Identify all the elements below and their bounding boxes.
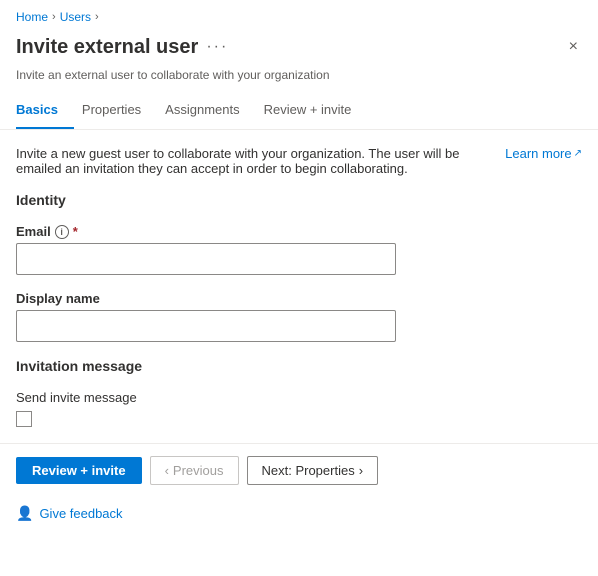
learn-more-label: Learn more	[505, 146, 571, 161]
email-input[interactable]	[16, 243, 396, 275]
header-left: Invite external user ···	[16, 36, 228, 59]
review-invite-button[interactable]: Review + invite	[16, 457, 142, 484]
breadcrumb-chevron1: ›	[52, 11, 56, 23]
give-feedback-label: Give feedback	[39, 506, 122, 521]
page-title: Invite external user	[16, 36, 198, 59]
email-required-indicator: *	[73, 224, 78, 239]
send-invite-label: Send invite message	[16, 390, 582, 405]
main-content: Invite a new guest user to collaborate w…	[0, 130, 598, 427]
send-invite-checkbox[interactable]	[16, 411, 32, 427]
tab-review-invite[interactable]: Review + invite	[264, 94, 368, 129]
breadcrumb-users[interactable]: Users	[60, 10, 91, 24]
external-link-icon: ↗	[574, 148, 582, 159]
page-header: Invite external user ··· ×	[0, 30, 598, 68]
give-feedback-section: 👤 Give feedback	[0, 497, 598, 538]
give-feedback-link[interactable]: 👤 Give feedback	[16, 505, 123, 522]
display-name-label-text: Display name	[16, 291, 100, 306]
email-label-text: Email	[16, 224, 51, 239]
display-name-input[interactable]	[16, 310, 396, 342]
close-icon: ×	[569, 38, 578, 56]
learn-more-anchor[interactable]: Learn more ↗	[505, 146, 582, 161]
previous-label: Previous	[173, 463, 224, 478]
send-invite-checkbox-wrapper	[16, 411, 582, 427]
breadcrumb-chevron2: ›	[95, 11, 99, 23]
tab-assignments[interactable]: Assignments	[165, 94, 255, 129]
info-banner: Invite a new guest user to collaborate w…	[16, 146, 582, 176]
close-button[interactable]: ×	[565, 34, 582, 60]
invitation-section-title: Invitation message	[16, 358, 582, 374]
tab-basics[interactable]: Basics	[16, 94, 74, 129]
next-properties-button[interactable]: Next: Properties ›	[247, 456, 379, 485]
email-info-icon[interactable]: i	[55, 225, 69, 239]
more-options-icon[interactable]: ···	[206, 38, 228, 56]
feedback-icon: 👤	[16, 505, 33, 522]
display-name-field-group: Display name	[16, 291, 582, 342]
previous-button[interactable]: ‹ Previous	[150, 456, 239, 485]
breadcrumb: Home › Users ›	[0, 0, 598, 30]
email-label: Email i *	[16, 224, 582, 239]
display-name-label: Display name	[16, 291, 582, 306]
tab-bar: Basics Properties Assignments Review + i…	[0, 94, 598, 130]
page-subtitle: Invite an external user to collaborate w…	[0, 68, 598, 94]
breadcrumb-home[interactable]: Home	[16, 10, 48, 24]
identity-section-title: Identity	[16, 192, 582, 208]
info-banner-text: Invite a new guest user to collaborate w…	[16, 146, 493, 176]
tab-properties[interactable]: Properties	[82, 94, 157, 129]
learn-more-link[interactable]: Learn more ↗	[505, 146, 582, 161]
next-chevron-icon: ›	[359, 463, 363, 478]
next-label: Next: Properties	[262, 463, 355, 478]
invitation-section: Invitation message Send invite message	[16, 358, 582, 427]
footer-actions: Review + invite ‹ Previous Next: Propert…	[0, 444, 598, 497]
email-field-group: Email i *	[16, 224, 582, 275]
previous-chevron-icon: ‹	[165, 463, 169, 478]
